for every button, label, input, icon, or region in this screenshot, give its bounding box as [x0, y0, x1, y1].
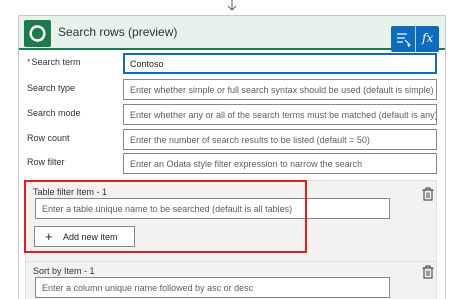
sort-by-title: Sort by Item - 1 — [33, 266, 95, 276]
action-header[interactable]: Search rows (preview) — [19, 16, 445, 50]
table-filter-input[interactable]: Enter a table unique name to be searched… — [35, 198, 390, 219]
row-filter-row: Row filter Enter an Odata style filter e… — [19, 153, 445, 175]
search-type-label: Search type — [27, 83, 76, 93]
delete-item-icon[interactable] — [421, 187, 435, 201]
sort-by-input[interactable]: Enter a column unique name followed by a… — [35, 277, 390, 298]
fx-label: fx — [422, 31, 434, 45]
search-mode-label: Search mode — [27, 108, 81, 118]
expression-toolbar: fx — [391, 26, 439, 52]
table-filter-array: Table filter Item - 1 Enter a table uniq… — [25, 180, 437, 262]
connector-arrow-icon — [227, 0, 237, 11]
search-type-input[interactable]: Enter whether simple or full search synt… — [123, 79, 437, 100]
search-type-row: Search type Enter whether simple or full… — [19, 79, 445, 101]
search-term-input[interactable]: Contoso — [123, 53, 437, 74]
action-title: Search rows (preview) — [58, 25, 178, 39]
table-filter-title: Table filter Item - 1 — [33, 187, 108, 197]
search-term-label: *Search term — [27, 57, 81, 67]
sort-by-array: Sort by Item - 1 Enter a column unique n… — [25, 261, 437, 299]
dynamic-content-button[interactable] — [391, 26, 415, 52]
row-filter-input[interactable]: Enter an Odata style filter expression t… — [123, 153, 437, 174]
search-mode-input[interactable]: Enter whether any or all of the search t… — [123, 104, 437, 125]
row-count-row: Row count Enter the number of search res… — [19, 129, 445, 151]
add-new-item-button[interactable]: + Add new item — [34, 226, 135, 247]
search-mode-row: Search mode Enter whether any or all of … — [19, 104, 445, 126]
expression-button[interactable]: fx — [415, 26, 439, 52]
delete-item-icon[interactable] — [421, 265, 435, 279]
row-count-label: Row count — [27, 133, 70, 143]
add-new-item-label: Add new item — [63, 232, 118, 242]
row-filter-label: Row filter — [27, 157, 65, 167]
search-term-row: *Search term Contoso — [19, 53, 445, 75]
plus-icon: + — [45, 229, 53, 244]
row-count-input[interactable]: Enter the number of search results to be… — [123, 129, 437, 150]
search-rows-action-card: Search rows (preview) fx *Search term Co… — [18, 15, 446, 299]
dataverse-logo-icon — [24, 20, 51, 47]
dynamic-content-icon — [397, 33, 412, 48]
